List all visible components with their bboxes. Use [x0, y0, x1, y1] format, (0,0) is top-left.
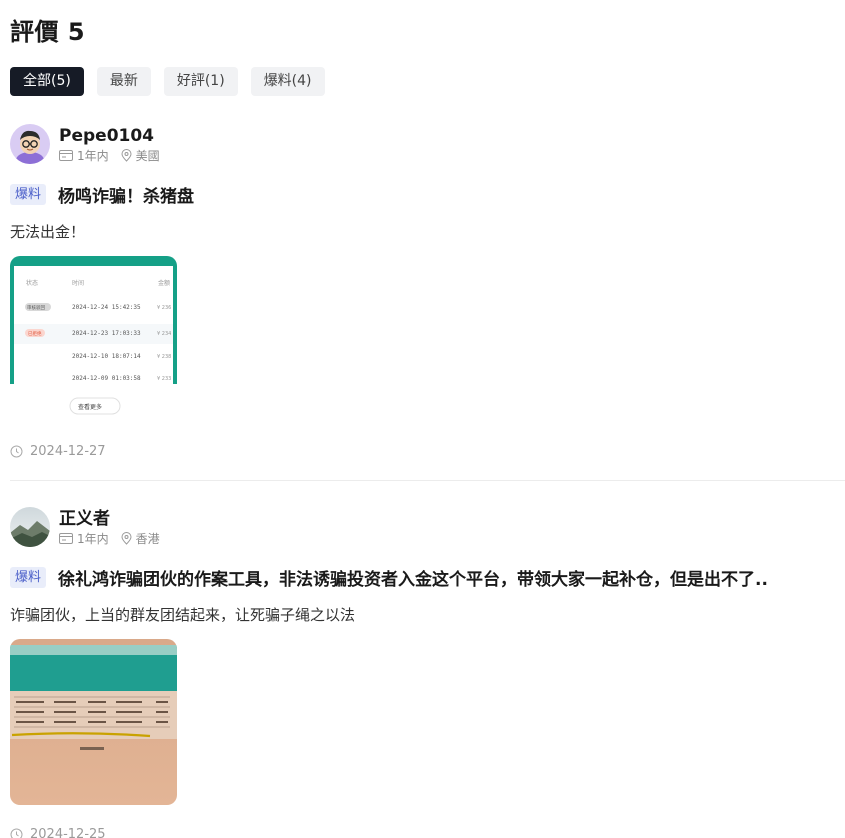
divider: [10, 480, 845, 481]
filter-tabs: 全部(5) 最新 好評(1) 爆料(4): [10, 67, 325, 96]
svg-text:状态: 状态: [26, 279, 38, 287]
review-card: Pepe0104 1年内 美國 爆料 杨鸣诈骗！杀猪盘 无法出金！ 状态 时间 …: [10, 123, 845, 459]
review-image[interactable]: [10, 639, 177, 805]
svg-text:金额: 金额: [158, 279, 170, 287]
category-tag: 爆料: [10, 184, 47, 205]
svg-text:查看更多: 查看更多: [78, 403, 102, 411]
location-text: 美國: [135, 148, 160, 163]
location-pin-icon: [121, 149, 132, 162]
review-image[interactable]: 状态 时间 金额 审核驳回 已拒绝 2024-12-24 15:42:35 20…: [10, 256, 177, 422]
review-date: 2024-12-25: [10, 827, 845, 838]
page-title: 評價 5: [10, 18, 86, 46]
svg-text:¥ 236: ¥ 236: [157, 305, 171, 311]
tab-latest[interactable]: 最新: [96, 67, 151, 96]
date-text: 2024-12-27: [30, 444, 106, 459]
tab-all[interactable]: 全部(5): [10, 67, 84, 96]
author-meta: 1年内 美國: [59, 149, 160, 163]
author-row: 正义者 1年内 香港: [10, 506, 845, 548]
author-name[interactable]: Pepe0104: [59, 126, 160, 146]
category-tag: 爆料: [10, 567, 47, 588]
svg-text:¥ 238: ¥ 238: [157, 354, 171, 360]
svg-text:2024-12-09 01:03:58: 2024-12-09 01:03:58: [72, 375, 141, 382]
clock-icon: [10, 828, 23, 838]
svg-text:审核驳回: 审核驳回: [27, 304, 45, 311]
svg-text:已拒绝: 已拒绝: [28, 330, 42, 337]
tab-exposure[interactable]: 爆料(4): [250, 67, 325, 96]
svg-text:2024-12-24 15:42:35: 2024-12-24 15:42:35: [72, 304, 141, 311]
card-icon: [59, 150, 73, 161]
location-text: 香港: [135, 531, 160, 546]
author-meta: 1年内 香港: [59, 532, 160, 546]
review-date: 2024-12-27: [10, 444, 845, 459]
svg-text:时间: 时间: [72, 279, 84, 287]
author-name[interactable]: 正义者: [59, 509, 160, 529]
card-icon: [59, 533, 73, 544]
svg-text:¥ 233: ¥ 233: [157, 376, 171, 382]
clock-icon: [10, 445, 23, 458]
svg-text:2024-12-23 17:03:33: 2024-12-23 17:03:33: [72, 330, 141, 337]
avatar[interactable]: [10, 507, 50, 547]
svg-text:2024-12-10 18:07:14: 2024-12-10 18:07:14: [72, 353, 141, 360]
review-title[interactable]: 杨鸣诈骗！杀猪盘: [58, 182, 194, 207]
svg-text:¥ 234: ¥ 234: [157, 331, 171, 337]
review-body: 诈骗团伙，上当的群友团结起来，让死骗子绳之以法: [10, 606, 356, 624]
date-text: 2024-12-25: [30, 827, 106, 838]
review-title[interactable]: 徐礼鸿诈骗团伙的作案工具，非法诱骗投资者入金这个平台，带领大家一起补仓，但是出不…: [58, 565, 768, 590]
tab-positive[interactable]: 好評(1): [163, 67, 238, 96]
avatar[interactable]: [10, 124, 50, 164]
review-card: 正义者 1年内 香港 爆料 徐礼鸿诈骗团伙的作案工具，非法诱骗投资者入金这个平台…: [10, 506, 845, 838]
location-pin-icon: [121, 532, 132, 545]
author-row: Pepe0104 1年内 美國: [10, 123, 845, 165]
duration-text: 1年内: [77, 531, 109, 546]
duration-text: 1年内: [77, 148, 109, 163]
review-body: 无法出金！: [10, 223, 86, 241]
